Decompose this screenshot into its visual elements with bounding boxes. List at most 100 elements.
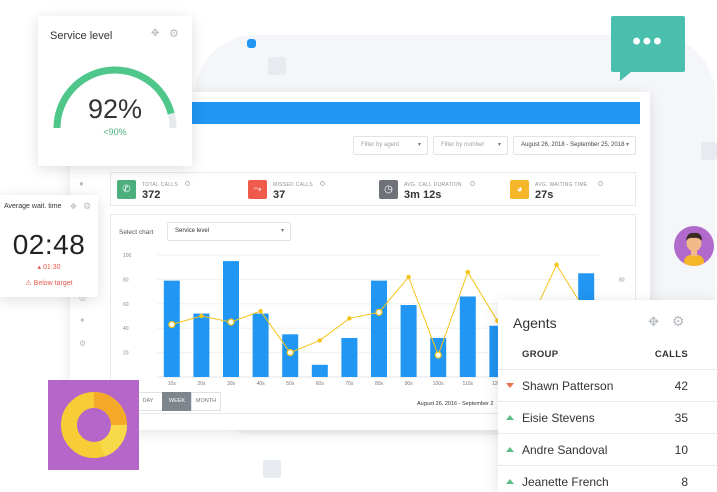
period-tab[interactable]: MONTH — [191, 392, 221, 411]
series-point — [406, 274, 411, 280]
trend-up-icon — [506, 415, 514, 420]
x-tick-label: 20s — [197, 381, 206, 387]
bar — [371, 280, 387, 377]
agent-name: Eisie Stevens — [522, 411, 595, 425]
chat-bubble: ••• — [611, 16, 685, 81]
gear-icon[interactable]: ⚙ — [83, 201, 91, 212]
x-tick-label: 80s — [375, 381, 384, 387]
decorative-square — [247, 39, 256, 48]
dashboard-header-bar — [180, 102, 640, 124]
decorative-square — [701, 142, 717, 160]
agent-row[interactable]: Eisie Stevens 35 — [498, 401, 717, 433]
kpi-strip: ✆ TOTAL CALLS 372 ⤳ MISSED CALLS 37 ◷ AVG. CALL… — [110, 172, 636, 206]
clock-icon: ◷ — [379, 180, 398, 199]
average-wait-card: Average wait. time ✥ ⚙ 02:48 ▴ 01:30 ⚠ B… — [0, 195, 98, 297]
below-target-warning: ⚠ Below target — [0, 279, 98, 287]
filter-by-number[interactable]: Filter by number ▾ — [433, 136, 508, 155]
series-point — [465, 269, 470, 275]
bar — [163, 280, 180, 377]
agent-name: Jeanette French — [522, 475, 609, 489]
x-tick-label: 110s — [463, 381, 474, 387]
decorative-square — [263, 460, 281, 478]
period-tab[interactable]: WEEK — [162, 392, 192, 411]
puzzle-icon[interactable]: ✦ — [79, 317, 87, 325]
y2-tick-label: 80 — [619, 277, 625, 283]
kpi-label: MISSED CALLS — [273, 182, 314, 188]
filter-number-label: Filter by number — [441, 142, 485, 148]
avatar — [674, 226, 714, 266]
agent-row[interactable]: Shawn Patterson 42 — [498, 369, 717, 401]
calls-column-header[interactable]: CALLS — [655, 349, 688, 360]
warning-icon: ⚠ — [25, 280, 34, 287]
average-wait-title: Average wait. time — [4, 203, 62, 210]
kpi-tile: ◷ AVG. CALL DURATION 3m 12s — [373, 173, 504, 205]
agent-calls: 10 — [674, 443, 688, 457]
agent-row[interactable]: Andre Sandoval 10 — [498, 433, 717, 465]
series-point — [286, 349, 294, 357]
x-tick-label: 50s — [286, 381, 295, 387]
kpi-value: 37 — [273, 189, 286, 201]
kpi-tile: ◕ AVG. WAITING TIME 27s — [504, 173, 635, 205]
chart-date-range: August 26, 2016 - September 2 — [417, 401, 494, 407]
x-tick-label: 30s — [227, 381, 236, 387]
move-icon[interactable]: ✥ — [648, 314, 659, 330]
bar — [311, 364, 328, 377]
agent-row[interactable]: Jeanette French 8 — [498, 465, 717, 492]
pie-icon: ◕ — [510, 180, 529, 199]
trend-down-icon — [506, 383, 514, 388]
missed-call-icon: ⤳ — [248, 180, 267, 199]
bar — [459, 296, 476, 377]
kpi-tile: ⤳ MISSED CALLS 37 — [242, 173, 373, 205]
chevron-down-icon: ▾ — [417, 142, 421, 148]
service-level-value: 92% — [87, 94, 143, 124]
group-column-header[interactable]: GROUP — [522, 349, 558, 360]
series-point — [199, 313, 204, 319]
service-level-card: Service level ✥ ⚙ 92% <90% — [38, 16, 192, 166]
agent-calls: 8 — [681, 475, 688, 489]
average-wait-target-value: 01:30 — [42, 264, 61, 271]
series-point — [317, 338, 322, 343]
agent-name: Andre Sandoval — [522, 443, 608, 457]
y-tick-label: 100 — [123, 253, 132, 259]
agent-calls: 42 — [674, 379, 688, 393]
filter-by-agent[interactable]: Filter by agent ▾ — [353, 136, 428, 155]
bar — [193, 313, 210, 377]
y-tick-label: 80 — [123, 277, 129, 283]
series-point — [168, 320, 176, 329]
move-icon[interactable]: ✥ — [70, 202, 77, 211]
info-icon — [319, 181, 325, 186]
y-tick-label: 20 — [123, 351, 129, 357]
gear-icon[interactable]: ⚙ — [79, 340, 87, 348]
chevron-down-icon: ▾ — [497, 142, 501, 148]
kpi-value: 3m 12s — [404, 189, 442, 201]
series-point — [375, 308, 383, 316]
series-point — [258, 308, 263, 314]
trend-up-icon — [506, 479, 514, 484]
series-point — [554, 262, 559, 267]
x-tick-label: 90s — [405, 381, 414, 387]
kpi-value: 27s — [535, 189, 554, 201]
info-icon — [470, 181, 476, 186]
average-wait-value: 02:48 — [12, 229, 86, 260]
kpi-label: TOTAL CALLS — [142, 182, 178, 188]
date-range-picker[interactable]: August 26, 2018 - September 25, 2018 ▾ — [513, 136, 636, 155]
agent-name: Shawn Patterson — [522, 379, 614, 393]
y-tick-label: 60 — [123, 302, 129, 308]
phone-icon: ✆ — [117, 180, 136, 199]
kpi-value: 372 — [142, 189, 161, 201]
bar — [341, 337, 358, 377]
user-icon[interactable]: ● — [79, 180, 87, 188]
bar — [400, 305, 417, 377]
service-level-threshold: <90% — [103, 127, 127, 137]
below-target-label: Below target — [33, 280, 73, 287]
x-tick-label: 70s — [345, 381, 354, 387]
chevron-down-icon: ▾ — [625, 142, 629, 148]
info-icon — [598, 181, 604, 186]
person-icon — [684, 232, 704, 266]
agent-calls: 35 — [674, 411, 688, 425]
chat-bubble-tail — [620, 72, 631, 81]
bar — [252, 313, 269, 377]
kpi-tile: ✆ TOTAL CALLS 372 — [111, 173, 242, 205]
gear-icon[interactable]: ⚙ — [672, 313, 685, 330]
service-level-gauge — [53, 66, 177, 129]
